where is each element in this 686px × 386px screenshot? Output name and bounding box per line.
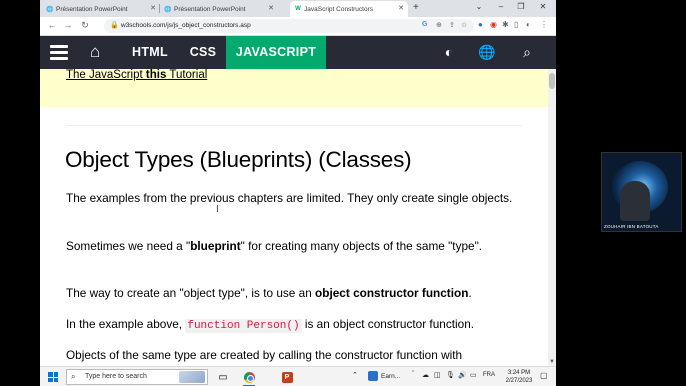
tab-search-icon[interactable]: ⌄	[472, 2, 486, 11]
profile-avatar-icon[interactable]: ◐	[526, 20, 531, 29]
w3schools-navbar: ⌂ HTML CSS JAVASCRIPT ◐ 🌐 ⌕	[40, 36, 556, 69]
nav-css[interactable]: CSS	[182, 36, 224, 69]
w3schools-favicon-icon: W	[295, 6, 301, 12]
zoom-icon[interactable]: ⊕	[436, 21, 442, 29]
webcam-presenter	[620, 181, 650, 221]
globe-language-icon[interactable]: 🌐	[478, 44, 496, 61]
paragraph-blueprint: Sometimes we need a "blueprint" for crea…	[66, 239, 483, 253]
tab-strip: 🌐 Présentation PowerPoint ✕ 🌐 Présentati…	[40, 0, 556, 17]
text-cursor-icon: I	[216, 204, 219, 215]
address-bar[interactable]: 🔒 w3schools.com/js/js_object_constructor…	[104, 19, 474, 33]
section-divider	[66, 125, 522, 126]
browser-window: 🌐 Présentation PowerPoint ✕ 🌐 Présentati…	[40, 0, 556, 366]
tab-powerpoint-1[interactable]: 🌐 Présentation PowerPoint ✕	[42, 1, 160, 17]
maximize-button[interactable]: ❐	[514, 2, 528, 11]
search-highlight-image	[179, 371, 205, 383]
clock-time: 3:24 PM	[507, 370, 531, 376]
this-tutorial-link[interactable]: The JavaScript this Tutorial	[66, 69, 207, 81]
search-icon: ⌕	[71, 372, 76, 381]
microphone-icon[interactable]: 🎙	[446, 371, 455, 379]
scrollbar-thumb[interactable]	[549, 73, 555, 89]
globe-icon: 🌐	[164, 6, 172, 13]
close-tab-icon[interactable]: ✕	[268, 4, 274, 12]
taskbar-search-placeholder: Type here to search	[85, 373, 147, 380]
browser-toolbar: ← → ↻ 🔒 w3schools.com/js/js_object_const…	[40, 17, 556, 36]
close-tab-icon[interactable]: ✕	[150, 4, 156, 12]
back-icon[interactable]: ←	[46, 20, 58, 30]
nav-html[interactable]: HTML	[122, 36, 178, 69]
lock-icon[interactable]: 🔒	[110, 21, 119, 29]
chevron-up-icon[interactable]: ˆ	[412, 371, 414, 378]
paragraph-same-type: Objects of the same type are created by …	[66, 348, 463, 362]
tab-powerpoint-2[interactable]: 🌐 Présentation PowerPoint ✕	[160, 1, 278, 17]
scroll-down-arrow-icon[interactable]: ▼	[549, 359, 555, 365]
tray-weather-text: Earn...	[381, 373, 401, 380]
tab-title: Présentation PowerPoint	[174, 5, 246, 13]
new-tab-button[interactable]: +	[413, 2, 419, 13]
tray-overflow-icon[interactable]: ⌃	[352, 371, 358, 379]
hamburger-menu-icon[interactable]	[50, 45, 68, 60]
forward-icon[interactable]: →	[62, 20, 74, 30]
battery-icon[interactable]: ▭	[470, 371, 477, 379]
home-icon[interactable]: ⌂	[90, 42, 100, 62]
network-icon[interactable]: ◫	[434, 371, 441, 379]
taskbar-search-box[interactable]: ⌕ Type here to search	[66, 369, 208, 385]
tray-weather[interactable]: Earn...	[368, 369, 404, 385]
page-content: The JavaScript this Tutorial Object Type…	[40, 69, 548, 366]
paragraph-object-type: The way to create an "object type", is t…	[66, 286, 472, 300]
windows-start-icon[interactable]	[48, 372, 58, 382]
paragraph-person-example: In the example above, function Person() …	[66, 317, 475, 333]
close-tab-icon[interactable]: ✕	[398, 4, 404, 12]
chrome-taskbar-icon[interactable]	[242, 370, 256, 384]
dark-mode-icon[interactable]: ◐	[440, 44, 458, 60]
url-text[interactable]: w3schools.com/js/js_object_constructors.…	[121, 22, 251, 29]
extension-icon[interactable]: ●	[478, 20, 483, 29]
powerpoint-taskbar-icon[interactable]: P	[280, 370, 294, 384]
google-icon[interactable]: G	[422, 21, 427, 28]
reload-icon[interactable]: ↻	[79, 20, 91, 31]
task-view-icon[interactable]: ▭	[216, 370, 230, 384]
code-person-function: function Person()	[185, 319, 302, 333]
puzzle-extensions-icon[interactable]: ✱	[502, 20, 509, 29]
menu-kebab-icon[interactable]: ⋮	[540, 20, 548, 29]
bookmark-star-icon[interactable]: ☆	[461, 21, 467, 29]
windows-taskbar: ⌕ Type here to search ▭ P ⌃ Earn... ˆ ☁ …	[40, 366, 556, 386]
minimize-button[interactable]: –	[494, 2, 508, 11]
cloud-icon[interactable]: ☁	[422, 371, 429, 379]
close-window-button[interactable]: ✕	[536, 2, 550, 11]
presenter-name: ZOUHAIR IBN BATOUTA	[604, 224, 659, 229]
note-box: The JavaScript this Tutorial	[40, 69, 548, 107]
earnings-icon	[368, 371, 378, 381]
tab-title: Présentation PowerPoint	[56, 5, 128, 13]
webcam-overlay: ZOUHAIR IBN BATOUTA	[601, 152, 682, 232]
search-icon[interactable]: ⌕	[518, 44, 536, 61]
globe-icon: 🌐	[46, 6, 54, 13]
page-title: Object Types (Blueprints) (Classes)	[65, 147, 412, 172]
share-icon[interactable]: ⇪	[449, 21, 455, 29]
sidebar-icon[interactable]: ▯	[514, 20, 518, 29]
paragraph-limited-examples: The examples from the previous chapters …	[66, 191, 513, 205]
language-indicator[interactable]: FRA	[483, 372, 495, 378]
nav-javascript[interactable]: JAVASCRIPT	[226, 36, 326, 69]
extension-red-icon[interactable]: ◉	[490, 20, 497, 29]
notification-icon[interactable]: ▢	[540, 371, 548, 380]
clock-date: 2/27/2023	[505, 378, 533, 384]
page-scrollbar[interactable]: ▼	[548, 69, 556, 366]
tray-clock[interactable]: 3:24 PM 2/27/2023	[502, 369, 536, 385]
tab-title: JavaScript Constructors	[304, 5, 373, 13]
tab-javascript-constructors[interactable]: W JavaScript Constructors ✕	[290, 1, 408, 17]
volume-icon[interactable]: 🔊	[458, 371, 467, 379]
